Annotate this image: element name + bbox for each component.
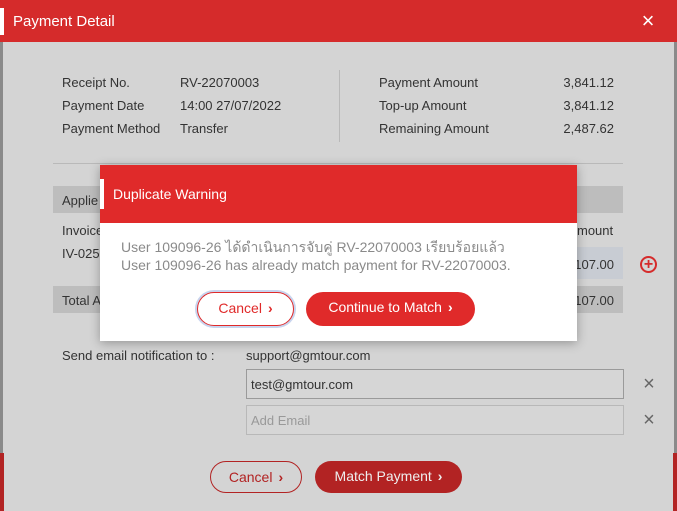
- match-payment-button[interactable]: Match Payment ›: [315, 461, 462, 493]
- receipt-no-label: Receipt No.: [62, 75, 130, 90]
- chevron-right-icon: ›: [437, 468, 443, 484]
- chevron-right-icon: ›: [278, 469, 284, 485]
- cancel-button-label: Cancel: [228, 469, 273, 485]
- left-edge: [0, 42, 3, 472]
- invoice-column-header: Invoice: [62, 223, 104, 238]
- continue-to-match-button[interactable]: Continue to Match ›: [306, 292, 475, 326]
- modal-message-thai: User 109096-26 ได้ดำเนินการจับคู่ RV-220…: [121, 239, 505, 255]
- modal-header-accent: [100, 179, 104, 209]
- invoice-row-number: IV-025: [62, 246, 100, 261]
- bottom-right-edge: [673, 453, 677, 511]
- modal-cancel-label: Cancel: [218, 300, 262, 316]
- clear-add-email-icon[interactable]: ×: [640, 410, 658, 430]
- topup-amount-label: Top-up Amount: [379, 98, 467, 113]
- receipt-no-value: RV-22070003: [180, 75, 260, 90]
- total-label: Total A: [62, 293, 102, 308]
- section-divider: [53, 163, 623, 164]
- remove-email-icon[interactable]: ×: [640, 374, 658, 394]
- dialog-title: Payment Detail: [13, 13, 115, 30]
- default-email: support@gmtour.com: [246, 348, 371, 363]
- applied-section-label: Applie: [62, 193, 99, 208]
- modal-cancel-button[interactable]: Cancel ›: [197, 292, 294, 326]
- payment-date-label: Payment Date: [62, 98, 145, 113]
- chevron-right-icon: ›: [447, 299, 453, 315]
- payment-amount-value: 3,841.12: [563, 75, 614, 90]
- modal-title: Duplicate Warning: [113, 186, 227, 202]
- duplicate-warning-modal: Duplicate Warning User 109096-26 ได้ดำเน…: [100, 165, 577, 341]
- header-accent: [0, 8, 4, 35]
- continue-to-match-label: Continue to Match: [328, 299, 442, 315]
- dialog-header: Payment Detail ×: [0, 0, 677, 42]
- remaining-amount-value: 2,487.62: [563, 121, 614, 136]
- amount-column-header: mount: [577, 223, 614, 238]
- add-email-input[interactable]: [246, 405, 624, 435]
- payment-amount-label: Payment Amount: [379, 75, 478, 90]
- payment-method-value: Transfer: [180, 121, 228, 136]
- email-input[interactable]: [246, 369, 624, 399]
- payment-date-value: 14:00 27/07/2022: [180, 98, 282, 113]
- modal-message-english: User 109096-26 has already match payment…: [121, 257, 511, 273]
- cancel-button[interactable]: Cancel ›: [210, 461, 302, 493]
- email-notification-label: Send email notification to :: [62, 348, 215, 363]
- match-payment-label: Match Payment: [334, 468, 432, 484]
- bottom-left-edge: [0, 453, 4, 511]
- chevron-right-icon: ›: [267, 300, 273, 316]
- remaining-amount-label: Remaining Amount: [379, 121, 489, 136]
- add-invoice-icon[interactable]: +: [640, 256, 657, 273]
- payment-method-label: Payment Method: [62, 121, 161, 136]
- topup-amount-value: 3,841.12: [563, 98, 614, 113]
- info-divider: [339, 70, 340, 142]
- modal-header: Duplicate Warning: [100, 165, 577, 223]
- close-icon[interactable]: ×: [637, 10, 659, 32]
